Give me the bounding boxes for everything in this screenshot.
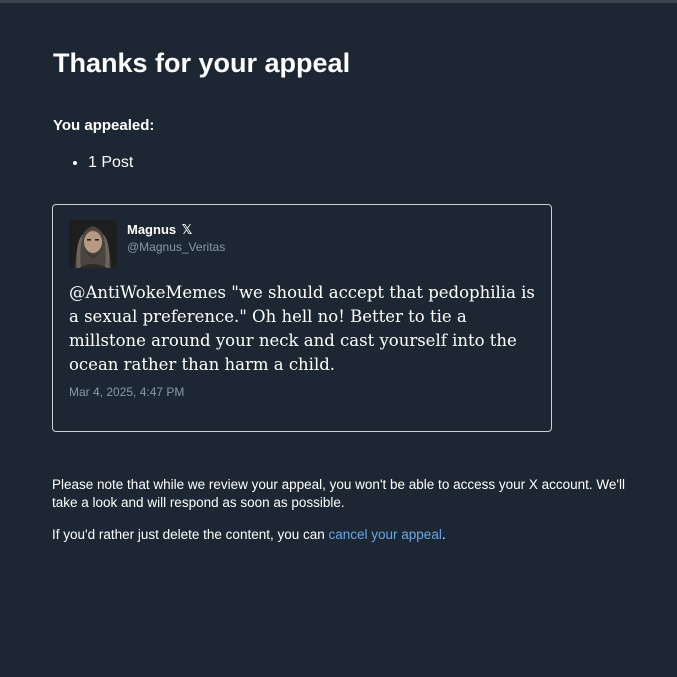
post-timestamp: Mar 4, 2025, 4:47 PM [69, 385, 185, 399]
cancel-suffix-text: . [441, 527, 446, 542]
post-author-name: Magnus 𝕏 [127, 222, 192, 238]
post-text: @AntiWokeMemes "we should accept that pe… [69, 283, 535, 374]
appealed-items-list: 1 Post [53, 153, 133, 173]
post-author-handle: @Magnus_Veritas [127, 240, 226, 254]
appealed-item: 1 Post [88, 153, 133, 173]
appealed-post-card: Magnus 𝕏 @Magnus_Veritas @AntiWokeMemes … [52, 204, 552, 432]
page-title: Thanks for your appeal [53, 48, 351, 78]
appeal-confirmation-page: Thanks for your appeal You appealed: 1 P… [0, 0, 677, 677]
cancel-appeal-line: If you'd rather just delete the content,… [52, 526, 446, 544]
avatar [69, 220, 117, 268]
x-logo-icon: 𝕏 [181, 222, 193, 237]
cancel-prefix-text: If you'd rather just delete the content,… [52, 527, 329, 542]
avatar-portrait-icon [69, 220, 117, 268]
appealed-heading: You appealed: [53, 117, 155, 134]
author-name-text: Magnus [127, 222, 177, 237]
cancel-appeal-link[interactable]: cancel your appeal [329, 527, 442, 542]
review-note: Please note that while we review your ap… [52, 477, 625, 510]
